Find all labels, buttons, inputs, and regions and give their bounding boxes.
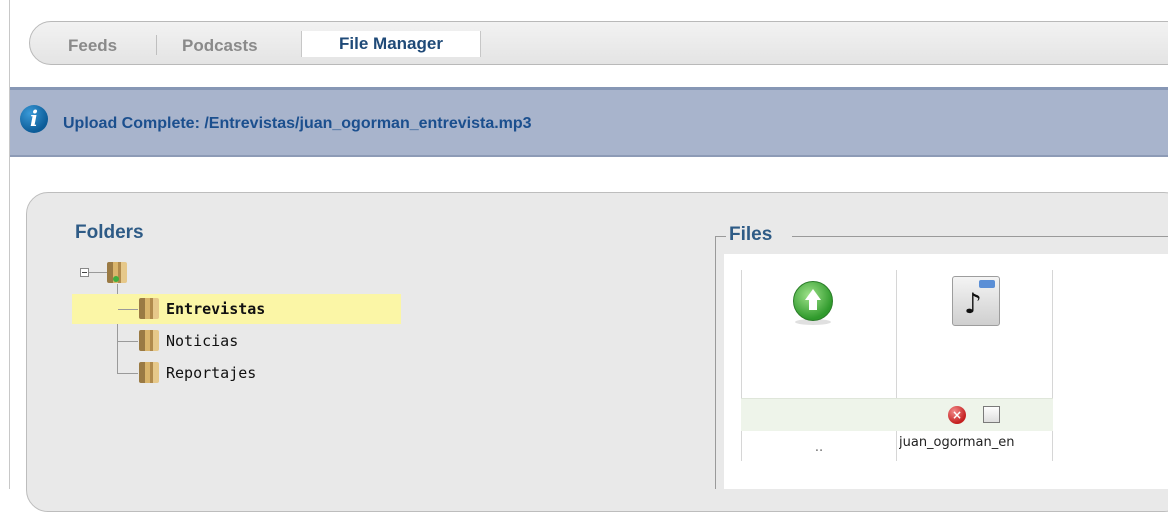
delete-icon[interactable]: × <box>948 406 966 424</box>
mp3-file-icon[interactable]: ♪ <box>952 276 1000 326</box>
up-arrow-icon[interactable] <box>793 281 833 321</box>
files-title: Files <box>727 224 775 246</box>
folder-item-noticias[interactable]: Noticias <box>72 326 401 356</box>
tree-connector <box>89 272 107 273</box>
file-name-label[interactable]: juan_ogorman_en <box>899 435 1055 450</box>
files-fieldset-border <box>715 236 716 489</box>
folder-root-icon[interactable] <box>107 262 127 283</box>
page-left-border <box>9 0 10 489</box>
tab-bar: Feeds Podcasts File Manager <box>29 21 1168 65</box>
folder-item-reportajes[interactable]: Reportajes <box>72 358 401 388</box>
folder-icon <box>139 362 159 383</box>
tab-separator <box>156 35 157 55</box>
tab-file-manager[interactable]: File Manager <box>301 31 481 57</box>
parent-folder-label[interactable]: .. <box>741 440 897 455</box>
folder-icon <box>139 330 159 351</box>
folder-label: Reportajes <box>166 364 257 382</box>
folders-title: Folders <box>75 222 144 243</box>
tab-feeds[interactable]: Feeds <box>68 33 117 58</box>
tree-connector <box>118 341 138 342</box>
music-note-icon: ♪ <box>964 287 982 320</box>
folder-label: Noticias <box>166 332 239 350</box>
files-fieldset-border <box>715 236 726 237</box>
notification-message: Upload Complete: /Entrevistas/juan_ogorm… <box>63 115 532 132</box>
file-select-checkbox[interactable] <box>983 406 1000 423</box>
folder-icon <box>139 298 159 319</box>
tree-connector <box>118 373 138 374</box>
folder-label: Entrevistas <box>166 300 266 318</box>
upload-notification: i Upload Complete: /Entrevistas/juan_ogo… <box>10 87 1168 157</box>
tab-podcasts[interactable]: Podcasts <box>182 33 258 58</box>
cell-footer <box>897 398 1053 431</box>
files-fieldset-border <box>792 236 1168 237</box>
info-icon: i <box>20 105 48 133</box>
cell-footer <box>741 398 897 431</box>
folder-item-entrevistas[interactable]: Entrevistas <box>72 294 401 324</box>
tree-collapse-icon[interactable] <box>80 268 89 277</box>
tree-connector <box>118 309 138 310</box>
